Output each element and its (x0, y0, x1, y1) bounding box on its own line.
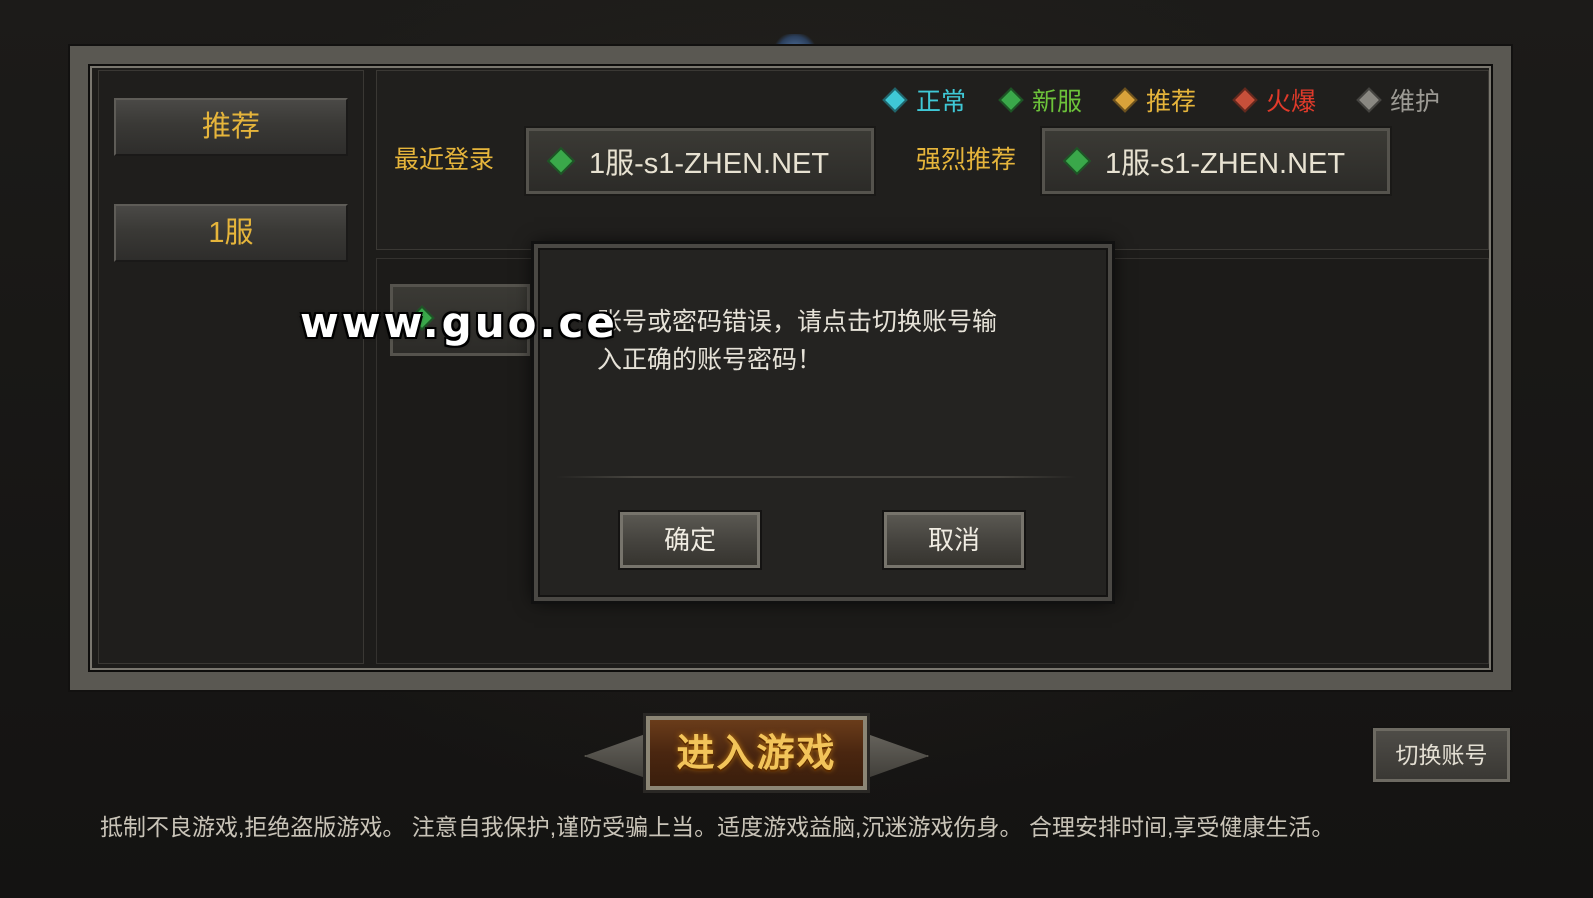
diamond-green-icon (998, 87, 1024, 113)
dialog-message-line: 账号或密码错误，请点击切换账号输 (597, 308, 998, 336)
diamond-cyan-icon (882, 87, 908, 113)
dialog-message: 账号或密码错误，请点击切换账号输 入正确的账号密码！ (597, 303, 1057, 379)
watermark: www.guo.ce (300, 298, 618, 347)
legend-maintenance: 维护 (1356, 82, 1441, 118)
legend-label: 推荐 (1146, 88, 1197, 116)
confirm-button[interactable]: 确定 (618, 510, 762, 570)
legend-label: 正常 (916, 88, 967, 116)
cancel-button[interactable]: 取消 (882, 510, 1026, 570)
diamond-green-icon (546, 146, 576, 176)
server-group-sidebar (98, 70, 364, 664)
recommended-label: 强烈推荐 (916, 146, 1017, 174)
sidebar-item-recommended[interactable]: 推荐 (114, 98, 348, 156)
legend-recommended: 推荐 (1112, 82, 1197, 118)
recent-server-name: 1服-s1-ZHEN.NET (589, 148, 830, 180)
enter-game-button[interactable]: 进入游戏 (643, 713, 870, 793)
health-notice: 抵制不良游戏,拒绝盗版游戏。 注意自我保护,谨防受骗上当。适度游戏益脑,沉迷游戏… (100, 814, 1335, 840)
recent-login-label: 最近登录 (394, 146, 495, 174)
legend-hot: 火爆 (1232, 82, 1317, 118)
dialog-message-line: 入正确的账号密码！ (597, 346, 823, 374)
sidebar-item-server-1[interactable]: 1服 (114, 204, 348, 262)
diamond-gray-icon (1356, 87, 1382, 113)
legend-label: 火爆 (1266, 88, 1317, 116)
diamond-red-icon (1232, 87, 1258, 113)
enter-game-ornament: 进入游戏 (584, 708, 929, 800)
legend-label: 维护 (1390, 88, 1441, 116)
diamond-gold-icon (1112, 87, 1138, 113)
recommended-server-slot[interactable]: 1服-s1-ZHEN.NET (1040, 126, 1392, 196)
switch-account-button[interactable]: 切换账号 (1371, 726, 1512, 784)
legend-new: 新服 (998, 82, 1083, 118)
recommended-server-name: 1服-s1-ZHEN.NET (1105, 148, 1346, 180)
legend-label: 新服 (1032, 88, 1083, 116)
legend-normal: 正常 (882, 82, 967, 118)
recent-server-slot[interactable]: 1服-s1-ZHEN.NET (524, 126, 876, 196)
dialog-divider (556, 476, 1076, 478)
diamond-green-icon (1062, 146, 1092, 176)
